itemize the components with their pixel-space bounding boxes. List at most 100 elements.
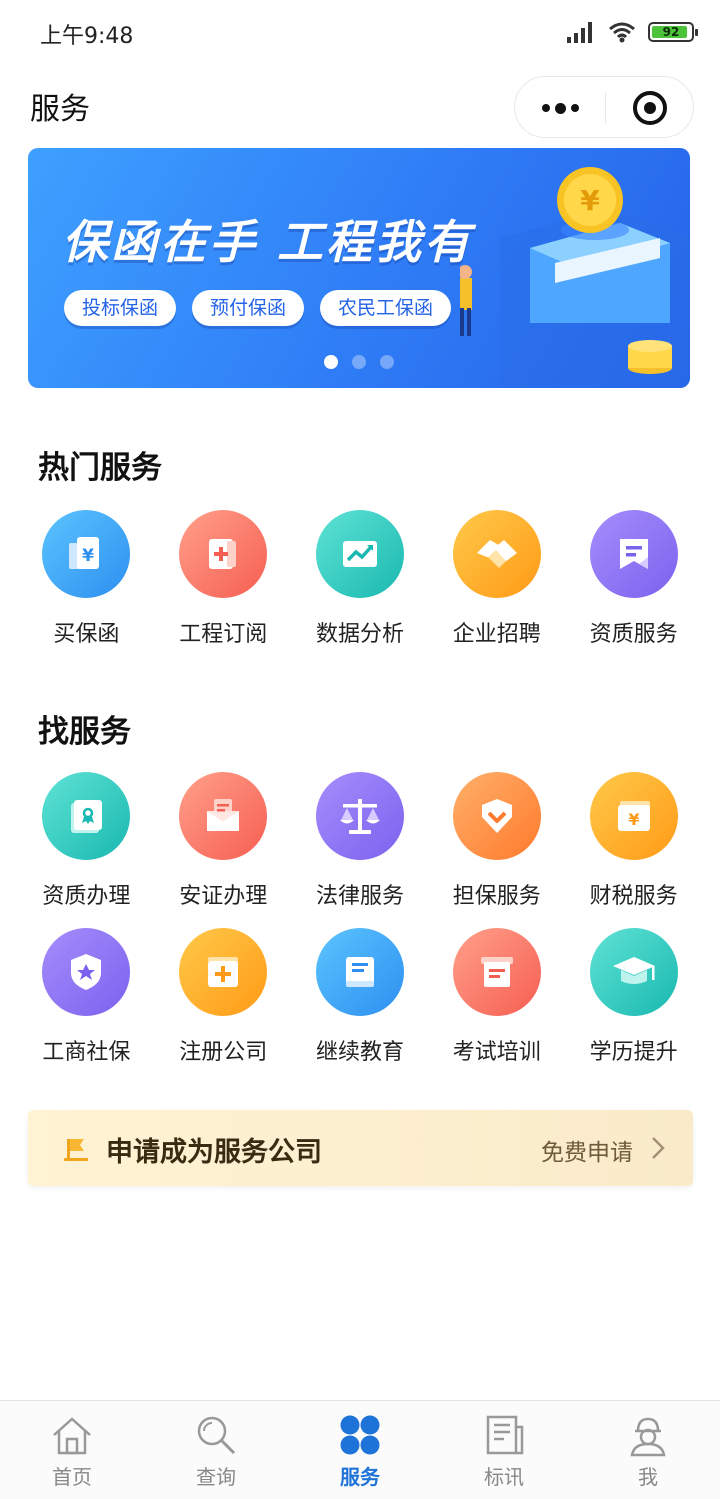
chevron-right-icon <box>652 1137 665 1159</box>
banner-tag-wage-guarantee[interactable]: 农民工保函 <box>320 290 452 326</box>
svg-text:¥: ¥ <box>580 184 600 217</box>
service-label: 学历提升 <box>589 1040 678 1065</box>
promo-banner[interactable]: ¥ 保函在手 工程我有 投标保函 预付保函 农民工保函 <box>28 148 690 388</box>
status-time: 上午9:48 <box>40 24 134 49</box>
service-label: 考试培训 <box>452 1040 541 1065</box>
service-finance-tax[interactable]: ¥ 财税服务 <box>565 772 702 910</box>
apply-service-company-card[interactable]: 申请成为服务公司 免费申请 <box>28 1110 693 1186</box>
service-business-social-security[interactable]: 工商社保 <box>18 928 155 1066</box>
more-dot-icon <box>541 104 550 112</box>
svg-text:¥: ¥ <box>82 546 94 566</box>
service-label: 企业招聘 <box>452 622 541 647</box>
svg-text:¥: ¥ <box>628 810 639 829</box>
wallet-yuan-icon: ¥ <box>589 772 678 860</box>
service-label: 注册公司 <box>179 1040 268 1065</box>
banner-slogan: 保函在手 工程我有 <box>62 215 474 269</box>
miniprogram-capsule <box>514 76 694 138</box>
service-label: 买保函 <box>53 622 120 647</box>
grid-four-icon <box>340 1415 380 1455</box>
nav-bar: 服务 <box>0 64 720 144</box>
plus-document-icon <box>179 510 268 598</box>
handshake-icon <box>452 510 541 598</box>
more-dot-icon <box>570 104 579 112</box>
tab-label: 查询 <box>196 1465 236 1489</box>
service-qualification-apply[interactable]: 资质办理 <box>18 772 155 910</box>
service-label: 担保服务 <box>452 884 541 909</box>
home-icon <box>53 1417 91 1455</box>
status-bar: 上午9:48 92 <box>0 0 720 64</box>
service-continuing-education[interactable]: 继续教育 <box>292 928 429 1066</box>
service-label: 工商社保 <box>42 1040 131 1065</box>
service-label: 数据分析 <box>315 622 404 647</box>
carousel-dot[interactable] <box>324 355 338 369</box>
service-label: 资质办理 <box>42 884 131 909</box>
flag-icon <box>64 1139 88 1161</box>
tab-services[interactable]: 服务 <box>288 1401 432 1499</box>
service-degree-upgrade[interactable]: 学历提升 <box>565 928 702 1066</box>
chart-trend-icon <box>315 510 404 598</box>
banner-tag-advance-guarantee[interactable]: 预付保函 <box>192 290 305 326</box>
exam-paper-icon <box>452 928 541 1016</box>
tab-search[interactable]: 查询 <box>144 1401 288 1499</box>
find-services-grid-row2: 工商社保 注册公司 继续教育 考试培训 学历提升 <box>18 928 702 1066</box>
tab-home[interactable]: 首页 <box>0 1401 144 1499</box>
find-services-grid-row1: 资质办理 安证办理 法律服务 担保服务 ¥ 财税服务 <box>18 772 702 910</box>
find-services-title: 找服务 <box>38 714 131 750</box>
wifi-icon <box>609 22 635 43</box>
banner-tag-bid-guarantee[interactable]: 投标保函 <box>64 290 177 326</box>
tab-label: 我 <box>638 1465 658 1489</box>
badge-star-icon <box>42 928 131 1016</box>
tab-me[interactable]: 我 <box>576 1401 720 1499</box>
hot-services-title: 热门服务 <box>38 450 162 486</box>
add-box-icon <box>179 928 268 1016</box>
receipt-yuan-icon: ¥ <box>42 510 131 598</box>
service-label: 继续教育 <box>315 1040 404 1065</box>
profile-icon <box>630 1417 666 1457</box>
bottom-tab-bar: 首页 查询 服务 标讯 我 <box>0 1400 720 1499</box>
service-label: 法律服务 <box>315 884 404 909</box>
tab-label: 首页 <box>52 1465 92 1489</box>
page-title: 服务 <box>30 92 90 127</box>
service-label: 财税服务 <box>589 884 678 909</box>
service-guarantee[interactable]: 担保服务 <box>428 772 565 910</box>
service-register-company[interactable]: 注册公司 <box>155 928 292 1066</box>
target-circle-icon <box>633 91 667 125</box>
more-options-button[interactable] <box>515 77 605 139</box>
service-legal[interactable]: 法律服务 <box>292 772 429 910</box>
status-icons: 92 <box>566 18 698 46</box>
news-icon <box>486 1415 524 1455</box>
service-safety-cert[interactable]: 安证办理 <box>155 772 292 910</box>
service-recruitment[interactable]: 企业招聘 <box>428 510 565 648</box>
service-label: 安证办理 <box>179 884 268 909</box>
service-label: 工程订阅 <box>179 622 268 647</box>
signal-icon <box>567 22 592 43</box>
search-icon <box>197 1416 236 1455</box>
tab-bid-news[interactable]: 标讯 <box>432 1401 576 1499</box>
service-qualification[interactable]: 资质服务 <box>565 510 702 648</box>
scales-icon <box>315 772 404 860</box>
banner-illustration: ¥ <box>460 167 690 388</box>
carousel-dot[interactable] <box>352 355 366 369</box>
apply-title: 申请成为服务公司 <box>106 1137 322 1168</box>
tab-label: 标讯 <box>484 1465 524 1489</box>
battery-icon: 92 <box>648 22 698 42</box>
close-miniprogram-button[interactable] <box>605 77 695 139</box>
service-label: 资质服务 <box>589 622 678 647</box>
certificate-icon <box>42 772 131 860</box>
banner-tags: 投标保函 预付保函 农民工保函 <box>64 290 452 326</box>
hot-services-grid: ¥ 买保函 工程订阅 数据分析 企业招聘 资质服务 <box>18 510 702 648</box>
apply-free-link[interactable]: 免费申请 <box>541 1133 633 1167</box>
envelope-icon <box>179 772 268 860</box>
service-buy-guarantee[interactable]: ¥ 买保函 <box>18 510 155 648</box>
more-dot-icon <box>554 102 566 114</box>
service-project-subscribe[interactable]: 工程订阅 <box>155 510 292 648</box>
graduation-cap-icon <box>589 928 678 1016</box>
service-data-analysis[interactable]: 数据分析 <box>292 510 429 648</box>
tab-label: 服务 <box>340 1465 380 1489</box>
carousel-indicator <box>28 355 690 369</box>
document-flag-icon <box>589 510 678 598</box>
book-icon <box>315 928 404 1016</box>
carousel-dot[interactable] <box>380 355 394 369</box>
service-exam-training[interactable]: 考试培训 <box>428 928 565 1066</box>
battery-text: 92 <box>662 25 680 39</box>
